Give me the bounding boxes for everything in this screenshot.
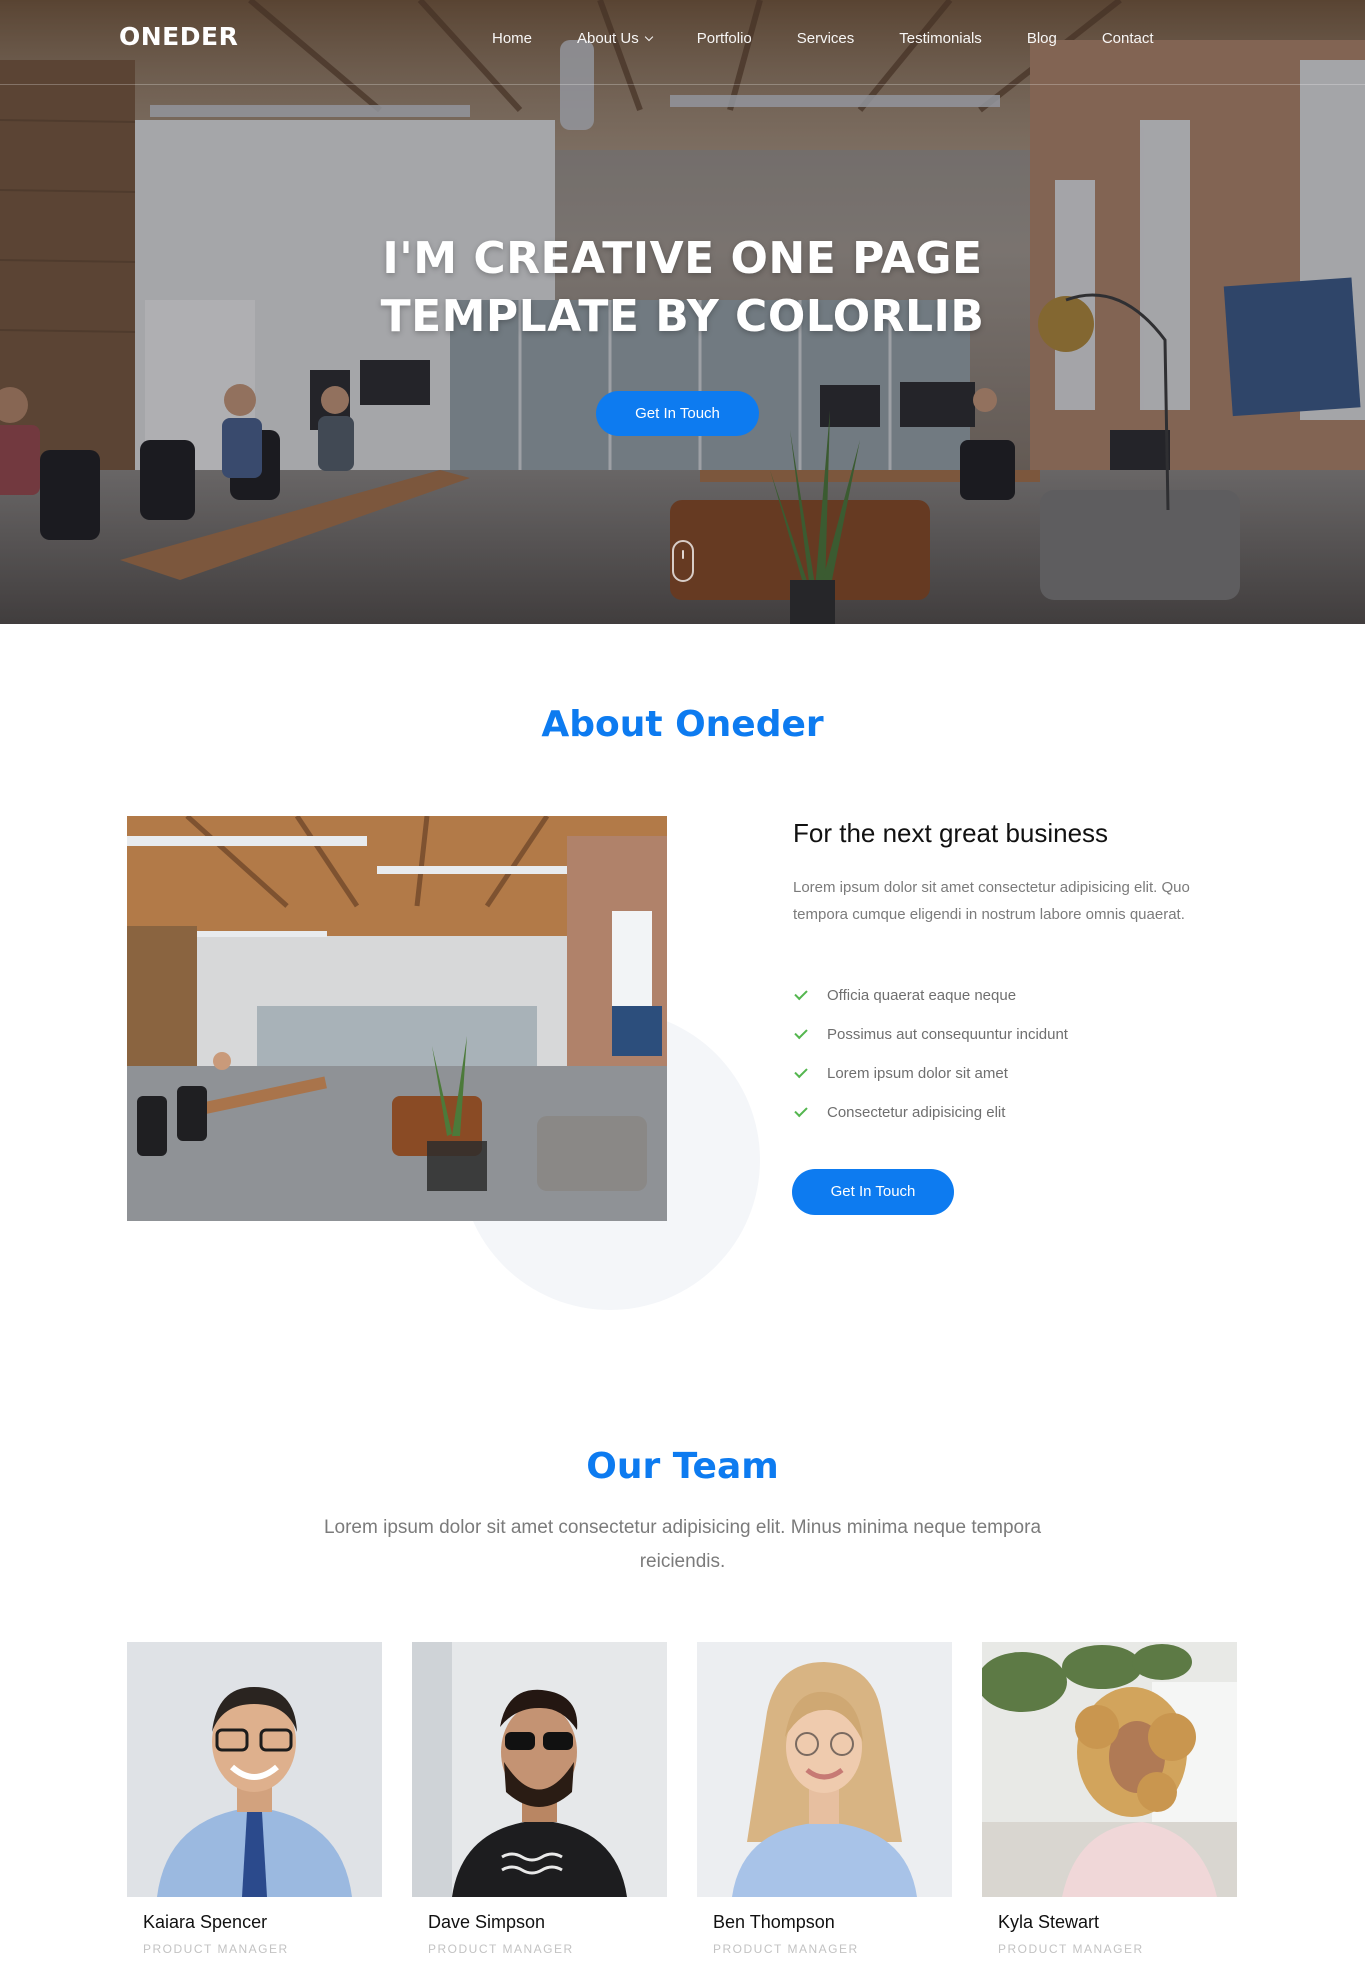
checklist-label: Consectetur adipisicing elit xyxy=(827,1104,1006,1121)
list-item: Consectetur adipisicing elit xyxy=(793,1093,1068,1132)
scroll-down-indicator-icon[interactable] xyxy=(672,540,694,582)
office-photo-illustration xyxy=(127,816,667,1221)
checklist-label: Officia quaerat eaque neque xyxy=(827,987,1017,1004)
team-member-name: Kaiara Spencer xyxy=(143,1912,268,1932)
team-member-photo xyxy=(982,1642,1237,1897)
team-section-title: Our Team xyxy=(586,1446,779,1487)
nav-item-services[interactable]: Services xyxy=(797,30,855,47)
nav-item-contact[interactable]: Contact xyxy=(1102,30,1154,47)
team-member-name: Kyla Stewart xyxy=(998,1912,1100,1932)
checklist-label: Lorem ipsum dolor sit amet xyxy=(827,1065,1008,1082)
team-subtitle: Lorem ipsum dolor sit amet consectetur a… xyxy=(323,1517,1042,1572)
top-navbar: ONEDER Home About Us Portfolio Services … xyxy=(0,0,1365,85)
checklist-label: Possimus aut consequuntur incidunt xyxy=(827,1026,1068,1043)
checkmark-icon xyxy=(794,986,808,1001)
team-member-name: Ben Thompson xyxy=(713,1912,835,1932)
team-member-role: PRODUCT MANAGER xyxy=(998,1942,1144,1956)
hero-section: ONEDER Home About Us Portfolio Services … xyxy=(0,0,1365,624)
nav-item-label: Contact xyxy=(1101,30,1154,47)
main-nav: Home About Us Portfolio Services Testimo… xyxy=(492,30,1199,47)
list-item: Possimus aut consequuntur incidunt xyxy=(793,1015,1068,1054)
nav-item-label: Services xyxy=(796,30,855,47)
nav-item-portfolio[interactable]: Portfolio xyxy=(697,30,752,47)
nav-item-label: Testimonials xyxy=(899,30,982,47)
team-member-card[interactable]: Ben Thompson PRODUCT MANAGER xyxy=(697,1642,952,1956)
hero-title-line-2: TEMPLATE BY COLORLIB xyxy=(380,291,985,342)
checkmark-icon xyxy=(794,1103,808,1118)
team-member-photo xyxy=(127,1642,382,1897)
about-office-image xyxy=(127,816,667,1221)
team-member-name: Dave Simpson xyxy=(428,1912,546,1932)
nav-item-label: About Us xyxy=(577,30,639,47)
nav-item-label: Blog xyxy=(1026,30,1057,47)
team-member-card[interactable]: Kaiara Spencer PRODUCT MANAGER xyxy=(127,1642,382,1956)
list-item: Lorem ipsum dolor sit amet xyxy=(793,1054,1068,1093)
team-member-role: PRODUCT MANAGER xyxy=(428,1942,574,1956)
list-item: Officia quaerat eaque neque xyxy=(793,976,1068,1015)
chevron-down-icon xyxy=(644,32,653,41)
hero-title-line-1: I'M CREATIVE ONE PAGE xyxy=(382,233,983,284)
hero-get-in-touch-button[interactable]: Get In Touch xyxy=(596,391,759,436)
team-member-photo xyxy=(412,1642,667,1897)
team-member-card[interactable]: Kyla Stewart PRODUCT MANAGER xyxy=(982,1642,1237,1956)
nav-item-home[interactable]: Home xyxy=(492,30,532,47)
about-description: Lorem ipsum dolor sit amet consectetur a… xyxy=(793,879,1190,923)
team-member-card[interactable]: Dave Simpson PRODUCT MANAGER xyxy=(412,1642,667,1956)
team-member-photo xyxy=(697,1642,952,1897)
nav-item-about-us[interactable]: About Us xyxy=(577,30,653,47)
hero-title: I'M CREATIVE ONE PAGE TEMPLATE BY COLORL… xyxy=(0,230,1365,346)
about-get-in-touch-button[interactable]: Get In Touch xyxy=(792,1169,954,1215)
team-member-role: PRODUCT MANAGER xyxy=(143,1942,289,1956)
checkmark-icon xyxy=(794,1025,808,1040)
nav-item-blog[interactable]: Blog xyxy=(1027,30,1057,47)
about-section-title: About Oneder xyxy=(541,704,824,745)
about-heading: For the next great business xyxy=(793,818,1109,848)
team-member-role: PRODUCT MANAGER xyxy=(713,1942,859,1956)
nav-item-testimonials[interactable]: Testimonials xyxy=(899,30,982,47)
nav-item-label: Portfolio xyxy=(696,30,752,47)
checkmark-icon xyxy=(794,1064,808,1079)
about-checklist: Officia quaerat eaque neque Possimus aut… xyxy=(793,976,1068,1132)
site-logo[interactable]: ONEDER xyxy=(119,22,238,51)
nav-item-label: Home xyxy=(492,30,533,47)
